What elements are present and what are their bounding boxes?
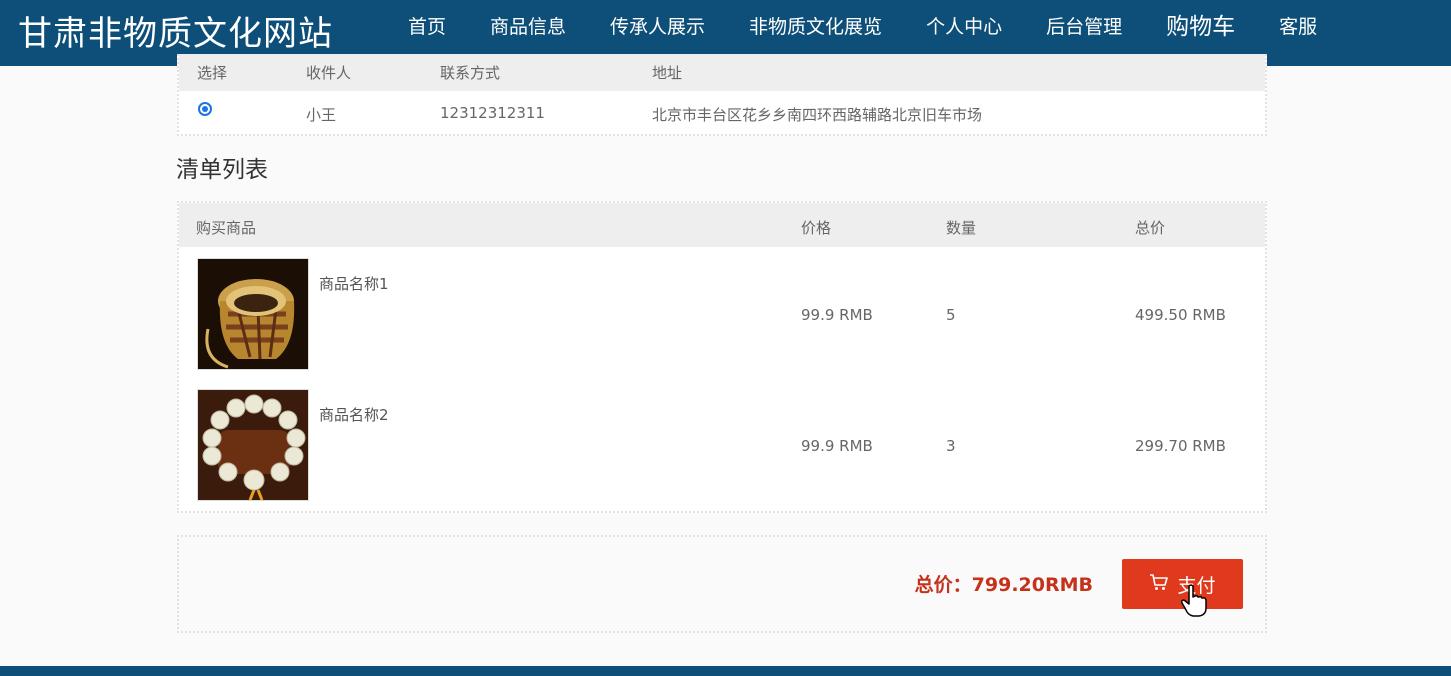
- hand-cursor-icon: [1181, 584, 1207, 617]
- header-select: 选择: [197, 64, 228, 82]
- product-quantity: 3: [946, 437, 956, 455]
- list-title: 清单列表: [176, 157, 268, 183]
- address-table: 选择 收件人 联系方式 地址 小王 12312312311 北京市丰台区花乡乡南…: [177, 54, 1267, 136]
- header-quantity: 数量: [946, 219, 977, 237]
- product-price: 99.9 RMB: [801, 306, 873, 324]
- header-price: 价格: [801, 219, 832, 237]
- footer-bar: [0, 666, 1451, 676]
- address-radio[interactable]: [198, 102, 212, 116]
- product-name[interactable]: 商品名称2: [319, 404, 389, 425]
- cart-icon: [1149, 573, 1169, 596]
- receiver-name: 小王: [306, 106, 337, 124]
- bead-bracelet-image[interactable]: [197, 389, 309, 501]
- header-phone: 联系方式: [440, 64, 501, 82]
- checkout-panel: 总价：799.20RMB 支付: [177, 535, 1267, 633]
- receiver-address: 北京市丰台区花乡乡南四环西路辅路北京旧车市场: [652, 106, 983, 124]
- header-product: 购买商品: [196, 219, 257, 237]
- address-row[interactable]: 小王 12312312311 北京市丰台区花乡乡南四环西路辅路北京旧车市场: [179, 91, 1265, 134]
- order-list-table: 购买商品 价格 数量 总价 商品名称1 99.9 RMB 5 499.50 RM…: [177, 201, 1267, 513]
- site-title[interactable]: 甘肃非物质文化网站: [18, 6, 333, 55]
- address-table-header: 选择 收件人 联系方式 地址: [179, 54, 1265, 91]
- order-row: 商品名称2 99.9 RMB 3 299.70 RMB: [179, 380, 1265, 501]
- total-price: 总价：799.20RMB: [914, 574, 1093, 596]
- header-subtotal: 总价: [1135, 219, 1166, 237]
- nav-item-service[interactable]: 客服: [1257, 0, 1339, 66]
- product-price: 99.9 RMB: [801, 437, 873, 455]
- order-row: 商品名称1 99.9 RMB 5 499.50 RMB: [179, 249, 1265, 370]
- header-address: 地址: [652, 64, 683, 82]
- product-subtotal: 499.50 RMB: [1135, 306, 1226, 324]
- order-list-header: 购买商品 价格 数量 总价: [179, 203, 1265, 247]
- product-quantity: 5: [946, 306, 956, 324]
- header-receiver: 收件人: [306, 64, 352, 82]
- product-subtotal: 299.70 RMB: [1135, 437, 1226, 455]
- product-name[interactable]: 商品名称1: [319, 273, 389, 294]
- receiver-phone: 12312312311: [440, 104, 545, 122]
- bamboo-basket-image[interactable]: [197, 258, 309, 370]
